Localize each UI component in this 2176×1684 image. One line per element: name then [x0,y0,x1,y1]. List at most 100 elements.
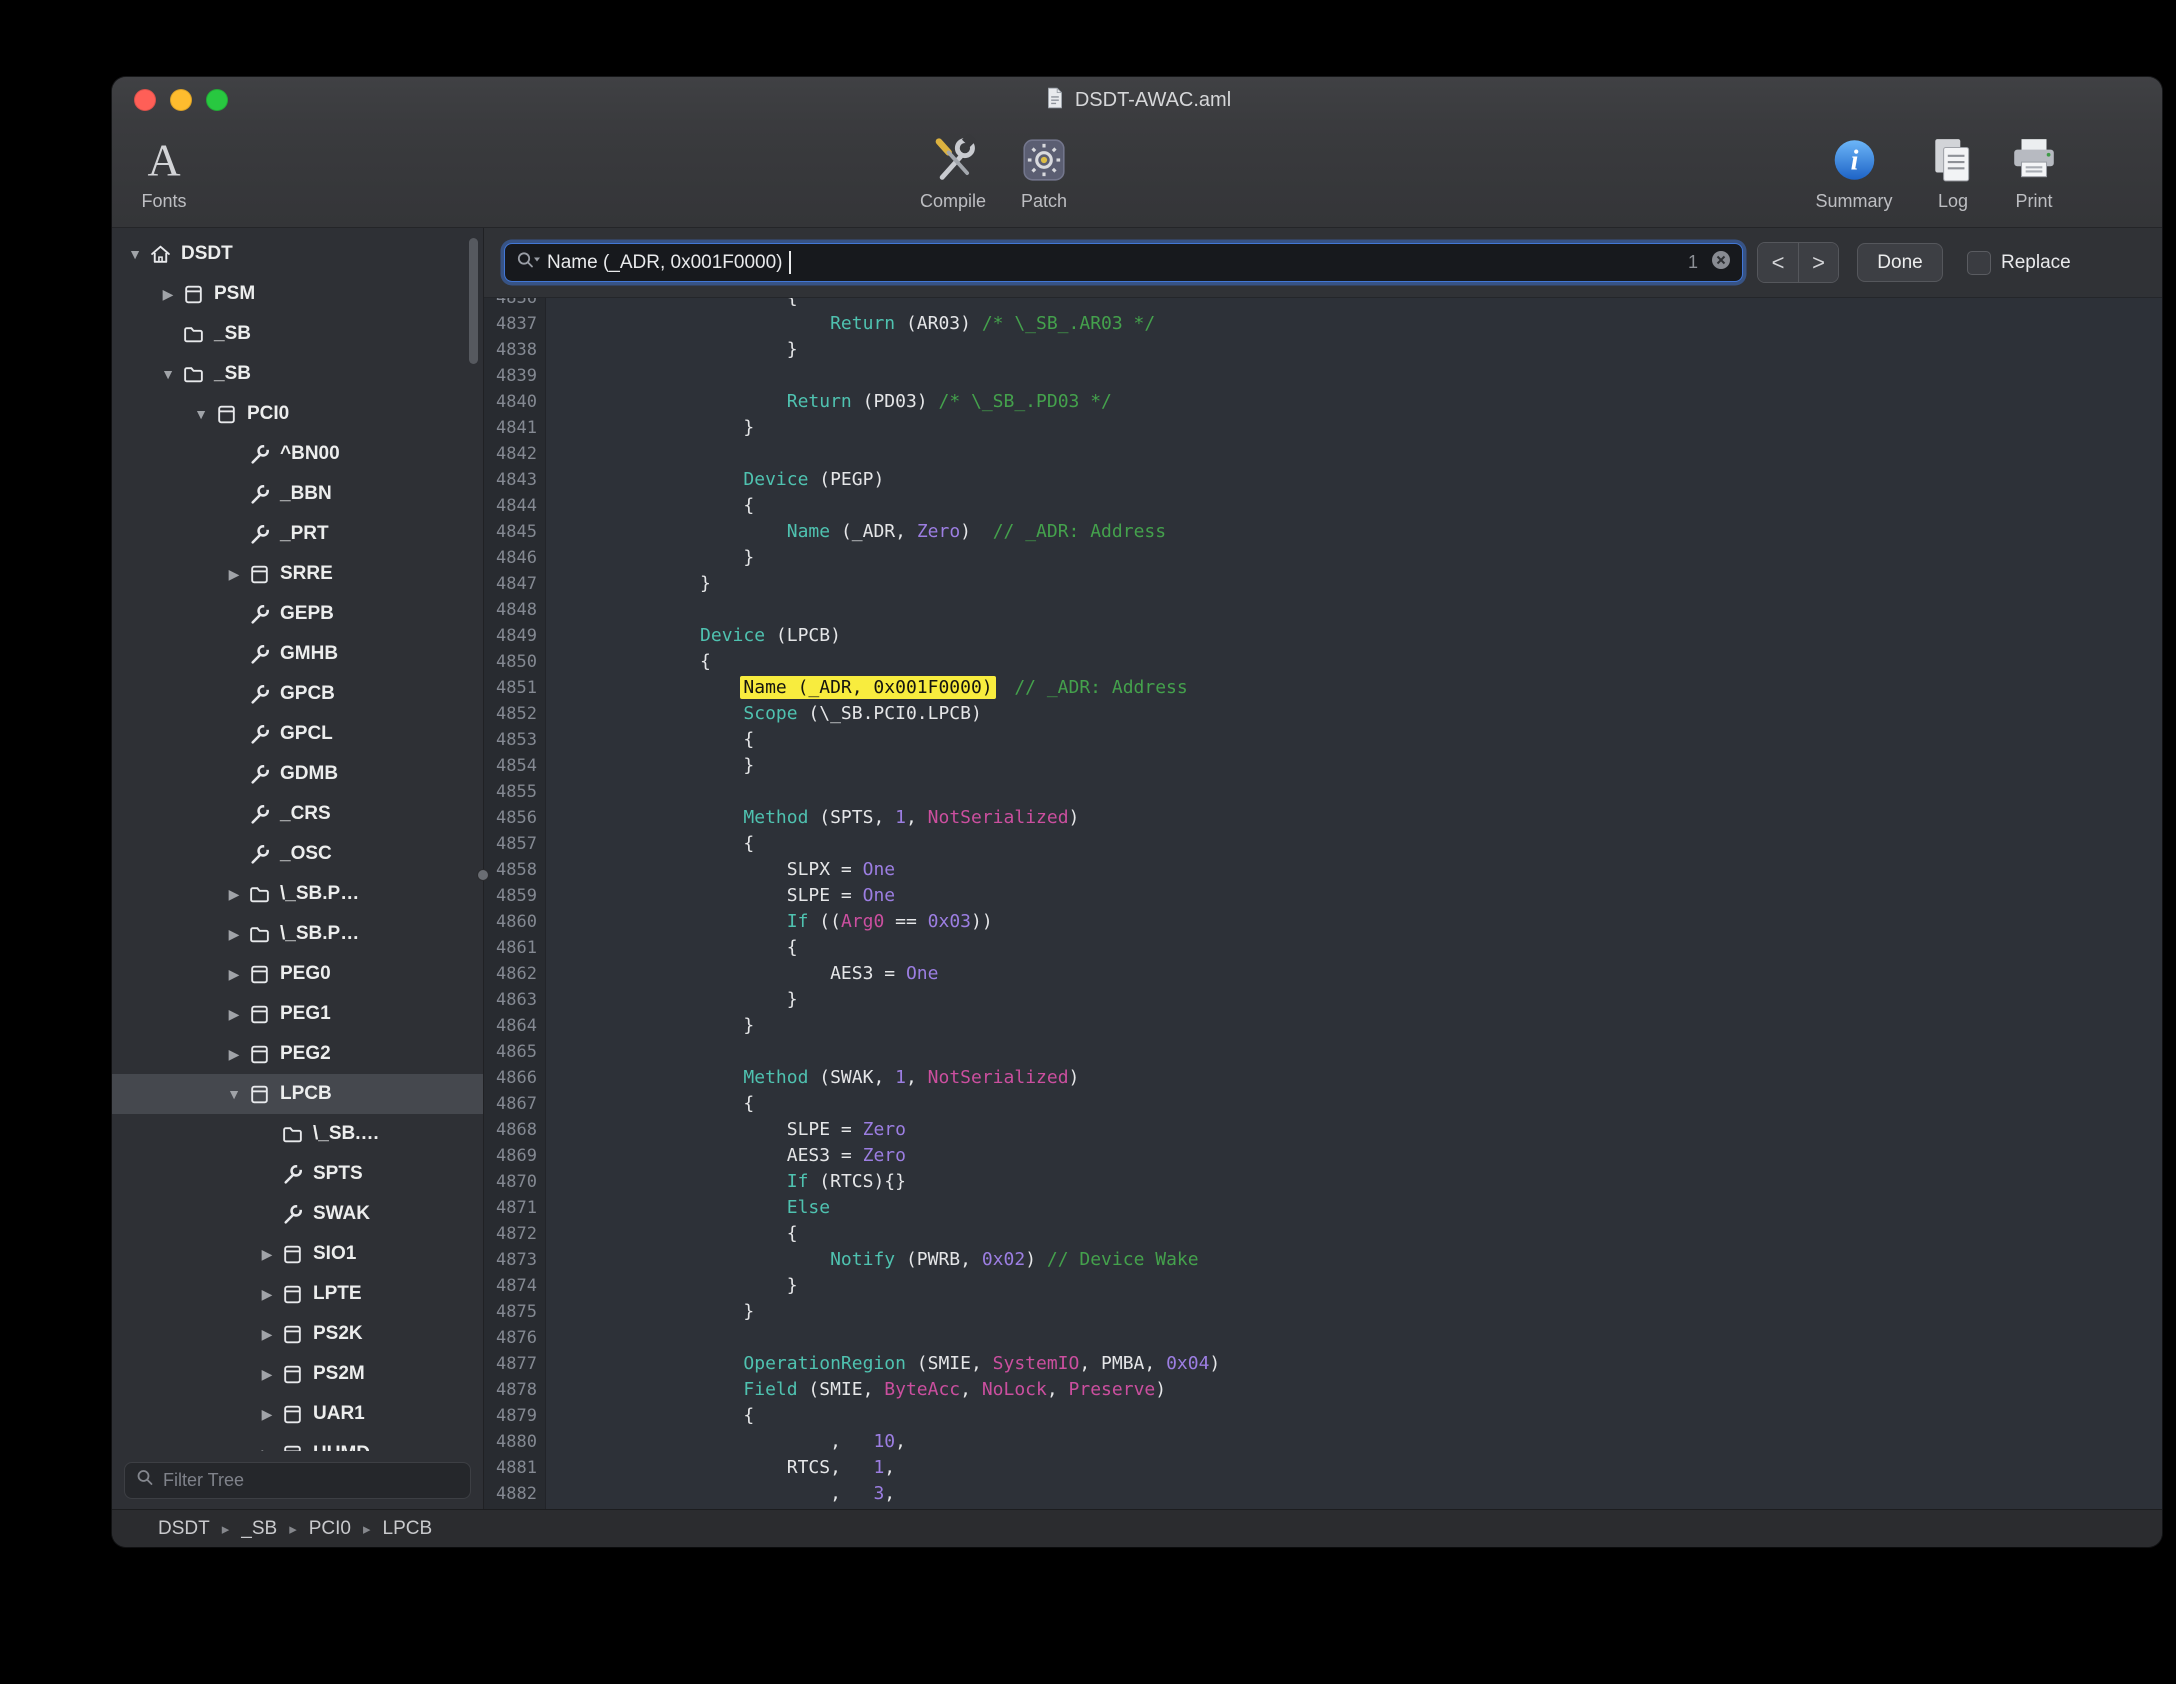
tree-item-lpte[interactable]: ▶LPTE [112,1274,483,1314]
find-previous-button[interactable]: < [1758,243,1798,282]
tree-item-ps2m[interactable]: ▶PS2M [112,1354,483,1394]
tree-item-sb[interactable]: ▼_SB [112,354,483,394]
tree-item-lpcb[interactable]: ▼LPCB [112,1074,483,1114]
minimize-button[interactable] [170,89,192,111]
tree-item-dsdt[interactable]: ▼DSDT [112,234,483,274]
disclosure-triangle-icon[interactable]: ▶ [221,966,247,983]
breadcrumb-item[interactable]: _SB [241,1518,277,1540]
tree-item-peg2[interactable]: ▶PEG2 [112,1034,483,1074]
breadcrumb-item[interactable]: DSDT [158,1518,210,1540]
code-token: Arg0 [841,911,884,932]
disclosure-triangle-icon[interactable]: ▶ [221,926,247,943]
done-button[interactable]: Done [1857,243,1943,282]
tree-item-spts[interactable]: SPTS [112,1154,483,1194]
splitter-handle[interactable] [477,869,489,881]
line-number: 4837 [484,311,546,337]
tree-item-gepb[interactable]: GEPB [112,594,483,634]
disclosure-triangle-icon[interactable]: ▼ [221,1086,247,1102]
disclosure-triangle-icon[interactable]: ▶ [221,1046,247,1063]
tree-item-uar1[interactable]: ▶UAR1 [112,1394,483,1434]
tree-item-sb[interactable]: _SB [112,314,483,354]
breadcrumb-separator: ▸ [289,1520,297,1538]
tree-item-sbp[interactable]: ▶\_SB.P… [112,914,483,954]
sidebar-scrollbar[interactable] [469,238,478,364]
code-token: Name [787,521,830,542]
tree-item-pci0[interactable]: ▼PCI0 [112,394,483,434]
tree-item-gpcl[interactable]: GPCL [112,714,483,754]
tree-item-gmhb[interactable]: GMHB [112,634,483,674]
code-token: (( [808,911,841,932]
tree-item-peg1[interactable]: ▶PEG1 [112,994,483,1034]
tree-item-srre[interactable]: ▶SRRE [112,554,483,594]
titlebar[interactable]: DSDT-AWAC.aml [112,77,2162,123]
disclosure-triangle-icon[interactable]: ▶ [254,1286,280,1303]
disclosure-triangle-icon[interactable]: ▶ [221,566,247,583]
disclosure-triangle-icon[interactable]: ▶ [254,1446,280,1452]
code-line: 4839 [484,363,2162,389]
breadcrumb-item[interactable]: LPCB [383,1518,433,1540]
tree-item-prt[interactable]: _PRT [112,514,483,554]
tree-item-label: HUMD [313,1443,370,1451]
tree-item-peg0[interactable]: ▶PEG0 [112,954,483,994]
disclosure-triangle-icon[interactable]: ▶ [155,286,181,303]
breadcrumb-bar: DSDT▸_SB▸PCI0▸LPCB [112,1509,2162,1547]
disclosure-triangle-icon[interactable]: ▶ [254,1246,280,1263]
disclosure-triangle-icon[interactable]: ▶ [221,886,247,903]
tree-item-label: PSM [214,283,255,305]
line-number: 4867 [484,1091,546,1117]
code-token [570,677,743,698]
tree-item-gpcb[interactable]: GPCB [112,674,483,714]
zoom-button[interactable] [206,89,228,111]
tree-item-bn00[interactable]: ^BN00 [112,434,483,474]
summary-button[interactable]: i Summary [1815,131,1892,212]
line-number: 4873 [484,1247,546,1273]
code-token: One [863,885,896,906]
code-token: { [570,298,798,308]
tree-item-label: SWAK [313,1203,370,1225]
tree-item-gdmb[interactable]: GDMB [112,754,483,794]
line-number: 4858 [484,857,546,883]
clear-search-button[interactable] [1710,249,1732,276]
disclosure-triangle-icon[interactable]: ▼ [155,366,181,382]
disclosure-triangle-icon[interactable]: ▼ [188,406,214,422]
breadcrumb-item[interactable]: PCI0 [309,1518,351,1540]
patch-button[interactable]: Patch [1019,131,1069,212]
search-input[interactable]: Name (_ADR, 0x001F0000) 1 [504,243,1743,282]
info-icon: i [1829,131,1879,189]
tree-item-osc[interactable]: _OSC [112,834,483,874]
filter-tree-input[interactable] [124,1462,471,1499]
disclosure-triangle-icon[interactable]: ▶ [254,1326,280,1343]
disclosure-triangle-icon[interactable]: ▶ [254,1406,280,1423]
close-button[interactable] [134,89,156,111]
tree-item-crs[interactable]: _CRS [112,794,483,834]
code-line: 4877 OperationRegion (SMIE, SystemIO, PM… [484,1351,2162,1377]
tree-item-sbp[interactable]: ▶\_SB.P… [112,874,483,914]
tree-item-swak[interactable]: SWAK [112,1194,483,1234]
tree-item-psm[interactable]: ▶ PSM [112,274,483,314]
print-button[interactable]: Print [2009,131,2059,212]
tree-item-label: _OSC [280,843,332,865]
log-button[interactable]: Log [1928,131,1978,212]
code-editor[interactable]: 4836 {4837 Return (AR03) /* \_SB_.AR03 *… [484,298,2162,1509]
fonts-button[interactable]: A Fonts [139,131,189,212]
find-next-button[interactable]: > [1798,243,1838,282]
compile-button[interactable]: Compile [920,131,986,212]
device-icon [247,1082,271,1106]
replace-checkbox[interactable] [1967,251,1991,275]
code-token: == [884,911,927,932]
method-icon [247,682,271,706]
disclosure-triangle-icon[interactable]: ▼ [122,246,148,262]
filter-tree-field[interactable] [163,1470,460,1491]
tree-item-sio1[interactable]: ▶SIO1 [112,1234,483,1274]
tree-item-humd[interactable]: ▶ HUMD [112,1434,483,1451]
line-number: 4863 [484,987,546,1013]
disclosure-triangle-icon[interactable]: ▶ [254,1366,280,1383]
tree-item-sb[interactable]: \_SB.… [112,1114,483,1154]
toolbar-item-label: Print [2015,191,2052,212]
tree-item-bbn[interactable]: _BBN [112,474,483,514]
disclosure-triangle-icon[interactable]: ▶ [221,1006,247,1023]
desktop: DSDT-AWAC.aml A Fonts Compile Patch i Su… [0,0,2176,1684]
search-result-highlight: Name (_ADR, 0x001F0000) [740,676,995,699]
breadcrumb-separator: ▸ [363,1520,371,1538]
tree-item-ps2k[interactable]: ▶PS2K [112,1314,483,1354]
